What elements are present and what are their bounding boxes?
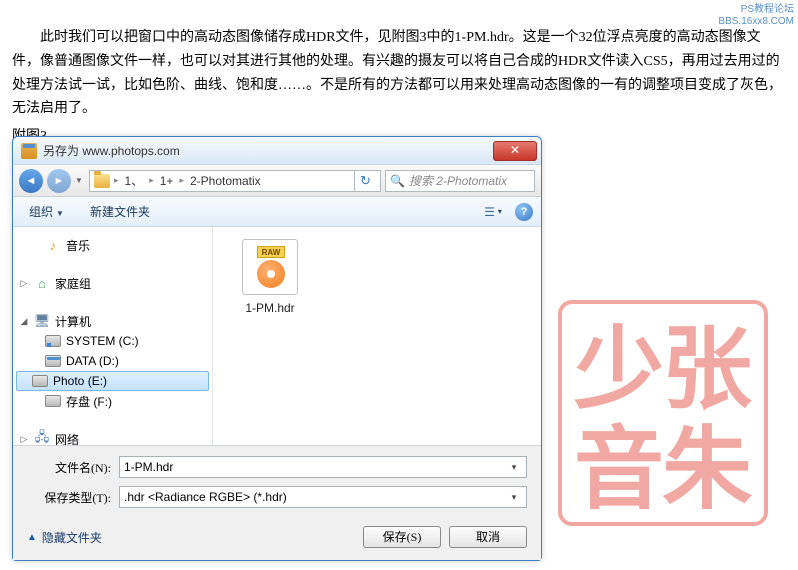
sidebar-label: DATA (D:) [66, 354, 119, 368]
computer-icon: 🖥 [34, 313, 50, 329]
help-button[interactable]: ? [515, 203, 533, 221]
sidebar-item-drive-d[interactable]: DATA (D:) [13, 351, 212, 371]
view-options-button[interactable]: ☰▾ [481, 202, 505, 222]
filename-label: 文件名(N): [27, 459, 119, 476]
save-as-dialog: 另存为 www.photops.com ✕ ◄ ► ▼ ▸ 1、 ▸ 1+ ▸ … [12, 136, 542, 561]
breadcrumb-seg-2[interactable]: 1+ [156, 174, 178, 188]
save-button[interactable]: 保存(S) [363, 526, 441, 548]
folder-icon [94, 174, 110, 188]
header-line1: PS教程论坛 [718, 4, 794, 16]
dialog-title: 另存为 www.photops.com [43, 142, 493, 159]
sidebar-item-drive-f[interactable]: 存盘 (F:) [13, 391, 212, 411]
expand-icon[interactable]: ▷ [19, 434, 29, 445]
hide-folders-label: 隐藏文件夹 [42, 529, 102, 546]
sidebar-item-homegroup[interactable]: ▷ ⌂ 家庭组 [13, 273, 212, 293]
raw-badge: RAW [257, 246, 285, 258]
seal-glyph: 音 [574, 396, 664, 526]
sidebar-label: SYSTEM (C:) [66, 334, 139, 348]
dialog-body: ♪ 音乐 ▷ ⌂ 家庭组 ◢ 🖥 计算机 SYSTE [13, 227, 541, 445]
chevron-right-icon: ▸ [114, 175, 119, 186]
refresh-button[interactable]: ↻ [354, 170, 376, 192]
nav-bar: ◄ ► ▼ ▸ 1、 ▸ 1+ ▸ 2-Photomatix ↻ 🔍 搜索 2-… [13, 165, 541, 197]
page-source-header: PS教程论坛 BBS.16xx8.COM [718, 4, 794, 28]
disk-icon [45, 335, 61, 347]
breadcrumb-seg-3[interactable]: 2-Photomatix [186, 174, 265, 188]
chevron-down-icon: ▼ [56, 209, 64, 218]
titlebar[interactable]: 另存为 www.photops.com ✕ [13, 137, 541, 165]
close-button[interactable]: ✕ [493, 141, 537, 161]
toolbar: 组织▼ 新建文件夹 ☰▾ ? [13, 197, 541, 227]
forward-button[interactable]: ► [47, 169, 71, 193]
expand-icon[interactable]: ▷ [19, 278, 29, 289]
hide-folders-toggle[interactable]: ▲ 隐藏文件夹 [27, 529, 102, 546]
cancel-button[interactable]: 取消 [449, 526, 527, 548]
seal-glyph: 朱 [662, 396, 752, 526]
sidebar: ♪ 音乐 ▷ ⌂ 家庭组 ◢ 🖥 计算机 SYSTE [13, 227, 213, 445]
app-icon [21, 143, 37, 159]
organize-button[interactable]: 组织▼ [21, 200, 72, 223]
music-icon: ♪ [45, 237, 61, 253]
file-item[interactable]: RAW 1-PM.hdr [225, 239, 315, 315]
sidebar-item-music[interactable]: ♪ 音乐 [13, 235, 212, 255]
breadcrumb-bar[interactable]: ▸ 1、 ▸ 1+ ▸ 2-Photomatix ↻ [89, 170, 381, 192]
chevron-right-icon: ▸ [179, 175, 184, 186]
back-button[interactable]: ◄ [19, 169, 43, 193]
filetype-select[interactable]: .hdr <Radiance RGBE> (*.hdr) ▾ [119, 486, 527, 508]
seal-glyph: 张 [662, 296, 752, 426]
seal-glyph: 少 [574, 296, 664, 426]
sidebar-item-network[interactable]: ▷ 🖧 网络 [13, 429, 212, 445]
sidebar-item-computer[interactable]: ◢ 🖥 计算机 [13, 311, 212, 331]
description-text: 此时我们可以把窗口中的高动态图像储存成HDR文件，见附图3中的1-PM.hdr。… [0, 0, 798, 125]
sidebar-label: 网络 [55, 431, 79, 446]
file-name-label: 1-PM.hdr [225, 301, 315, 315]
filename-value: 1-PM.hdr [124, 460, 506, 474]
sidebar-item-drive-e[interactable]: Photo (E:) [16, 371, 209, 391]
filetype-label: 保存类型(T): [27, 489, 119, 506]
search-icon: 🔍 [390, 174, 405, 188]
sidebar-label: 音乐 [66, 237, 90, 254]
network-icon: 🖧 [34, 431, 50, 445]
header-line2: BBS.16xx8.COM [718, 16, 794, 28]
search-placeholder: 搜索 2-Photomatix [409, 172, 507, 189]
sidebar-label: 存盘 (F:) [66, 393, 112, 410]
breadcrumb-seg-1[interactable]: 1、 [121, 172, 148, 189]
chevron-down-icon[interactable]: ▾ [506, 462, 522, 473]
sidebar-item-drive-c[interactable]: SYSTEM (C:) [13, 331, 212, 351]
collapse-icon[interactable]: ◢ [19, 316, 29, 327]
watermark-seal: 少 张 音 朱 [558, 300, 768, 526]
raw-circle-icon [257, 260, 285, 288]
disk-icon [32, 375, 48, 387]
chevron-up-icon: ▲ [27, 532, 37, 543]
sidebar-label: 家庭组 [55, 275, 91, 292]
chevron-right-icon: ▸ [149, 175, 154, 186]
sidebar-label: Photo (E:) [53, 374, 107, 388]
filetype-value: .hdr <Radiance RGBE> (*.hdr) [124, 490, 506, 504]
chevron-down-icon[interactable]: ▾ [506, 492, 522, 503]
file-thumbnail: RAW [242, 239, 298, 295]
new-folder-button[interactable]: 新建文件夹 [82, 200, 158, 223]
disk-icon [45, 355, 61, 367]
sidebar-label: 计算机 [55, 313, 91, 330]
file-list-panel[interactable]: RAW 1-PM.hdr [213, 227, 541, 445]
disk-icon [45, 395, 61, 407]
bottom-panel: 文件名(N): 1-PM.hdr ▾ 保存类型(T): .hdr <Radian… [13, 445, 541, 560]
filename-input[interactable]: 1-PM.hdr ▾ [119, 456, 527, 478]
homegroup-icon: ⌂ [34, 275, 50, 291]
search-input[interactable]: 🔍 搜索 2-Photomatix [385, 170, 535, 192]
nav-history-dropdown[interactable]: ▼ [75, 176, 85, 185]
